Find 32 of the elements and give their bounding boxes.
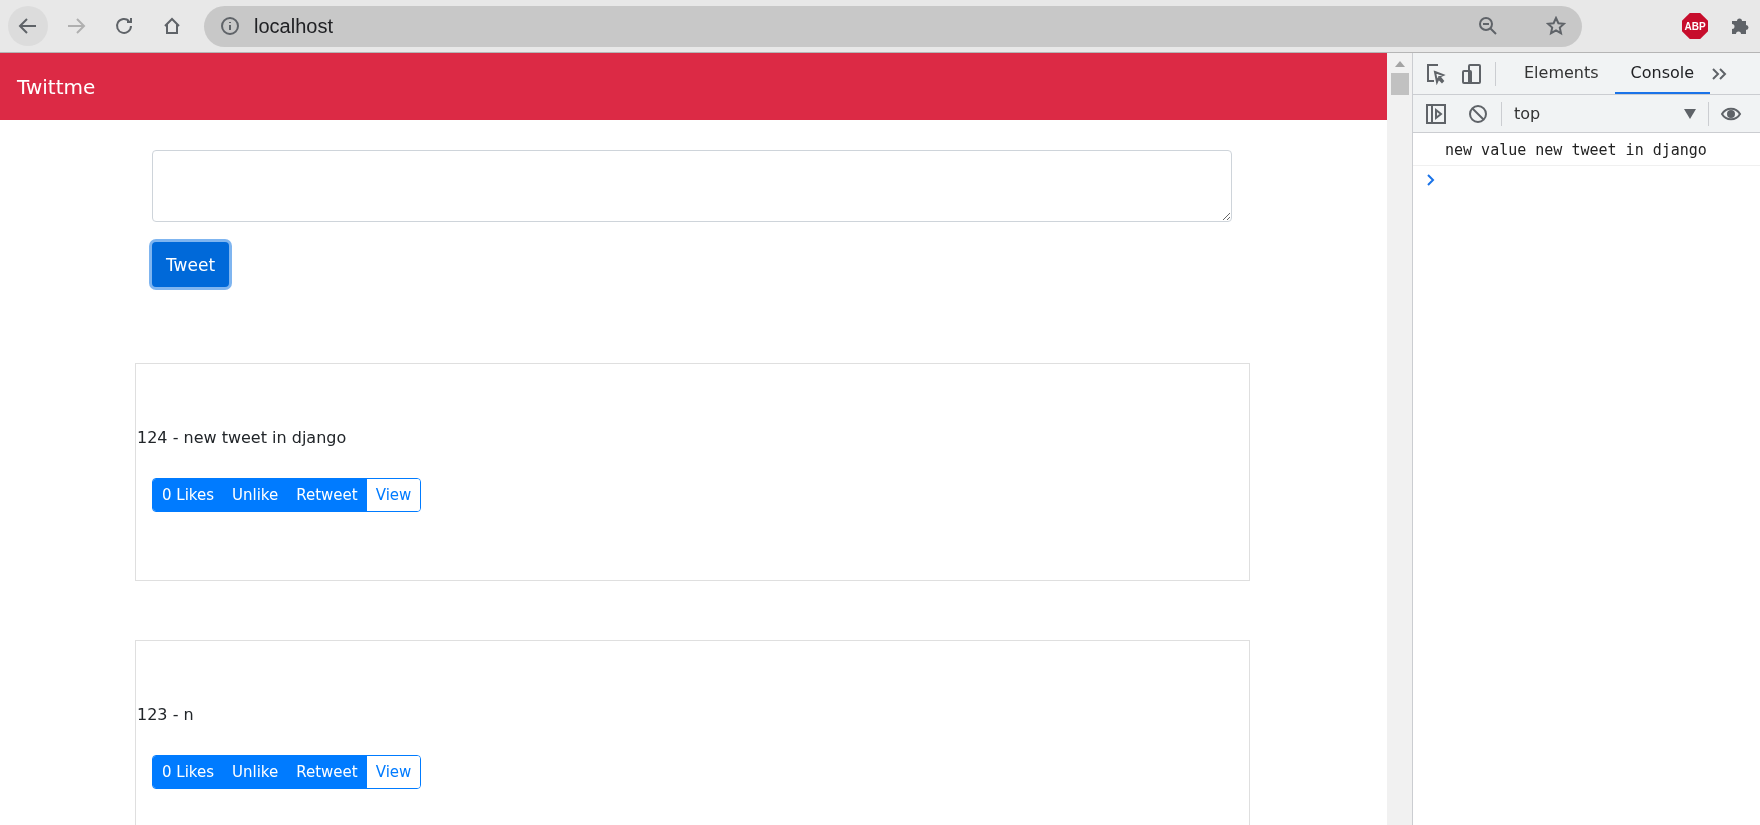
action-button[interactable]: 0 Likes <box>153 756 224 788</box>
tweet-text: 123 - n <box>137 704 195 726</box>
tweet-text: 124 - new tweet in django <box>137 427 348 449</box>
action-button[interactable]: Retweet <box>287 756 367 788</box>
tweet-button[interactable]: Tweet <box>152 242 230 287</box>
dropdown-icon[interactable] <box>1684 108 1696 119</box>
forward-arrow-icon <box>66 16 86 36</box>
url-text: localhost <box>254 14 333 38</box>
sidebar-icon[interactable] <box>1425 102 1447 125</box>
device-icon[interactable] <box>1461 62 1483 85</box>
action-button[interactable]: Unlike <box>223 479 288 511</box>
tweet-input[interactable] <box>152 150 1232 222</box>
back-arrow-icon <box>18 16 38 36</box>
scrollbar-thumb[interactable] <box>1390 73 1409 95</box>
puzzle-icon[interactable] <box>1730 16 1750 36</box>
action-button[interactable]: Unlike <box>223 756 288 788</box>
info-icon <box>220 16 240 36</box>
clear-console-icon[interactable] <box>1467 102 1489 125</box>
home-icon <box>162 16 182 36</box>
action-button[interactable]: Retweet <box>287 479 367 511</box>
address-bar[interactable]: localhost <box>204 5 1582 47</box>
brand-title[interactable]: Twittme <box>17 74 96 99</box>
console-message: new value new tweet in django <box>1413 133 1760 166</box>
prompt-icon <box>1426 173 1436 187</box>
inspect-icon[interactable] <box>1425 62 1447 85</box>
back-button[interactable] <box>8 6 48 46</box>
star-icon <box>1546 16 1566 36</box>
action-button[interactable]: 0 Likes <box>153 479 224 511</box>
extension-badge[interactable]: ABP <box>1682 13 1708 39</box>
reload-icon <box>114 16 134 36</box>
zoom-out-icon <box>1478 16 1498 36</box>
devtools-tab[interactable]: Elements <box>1508 53 1615 94</box>
